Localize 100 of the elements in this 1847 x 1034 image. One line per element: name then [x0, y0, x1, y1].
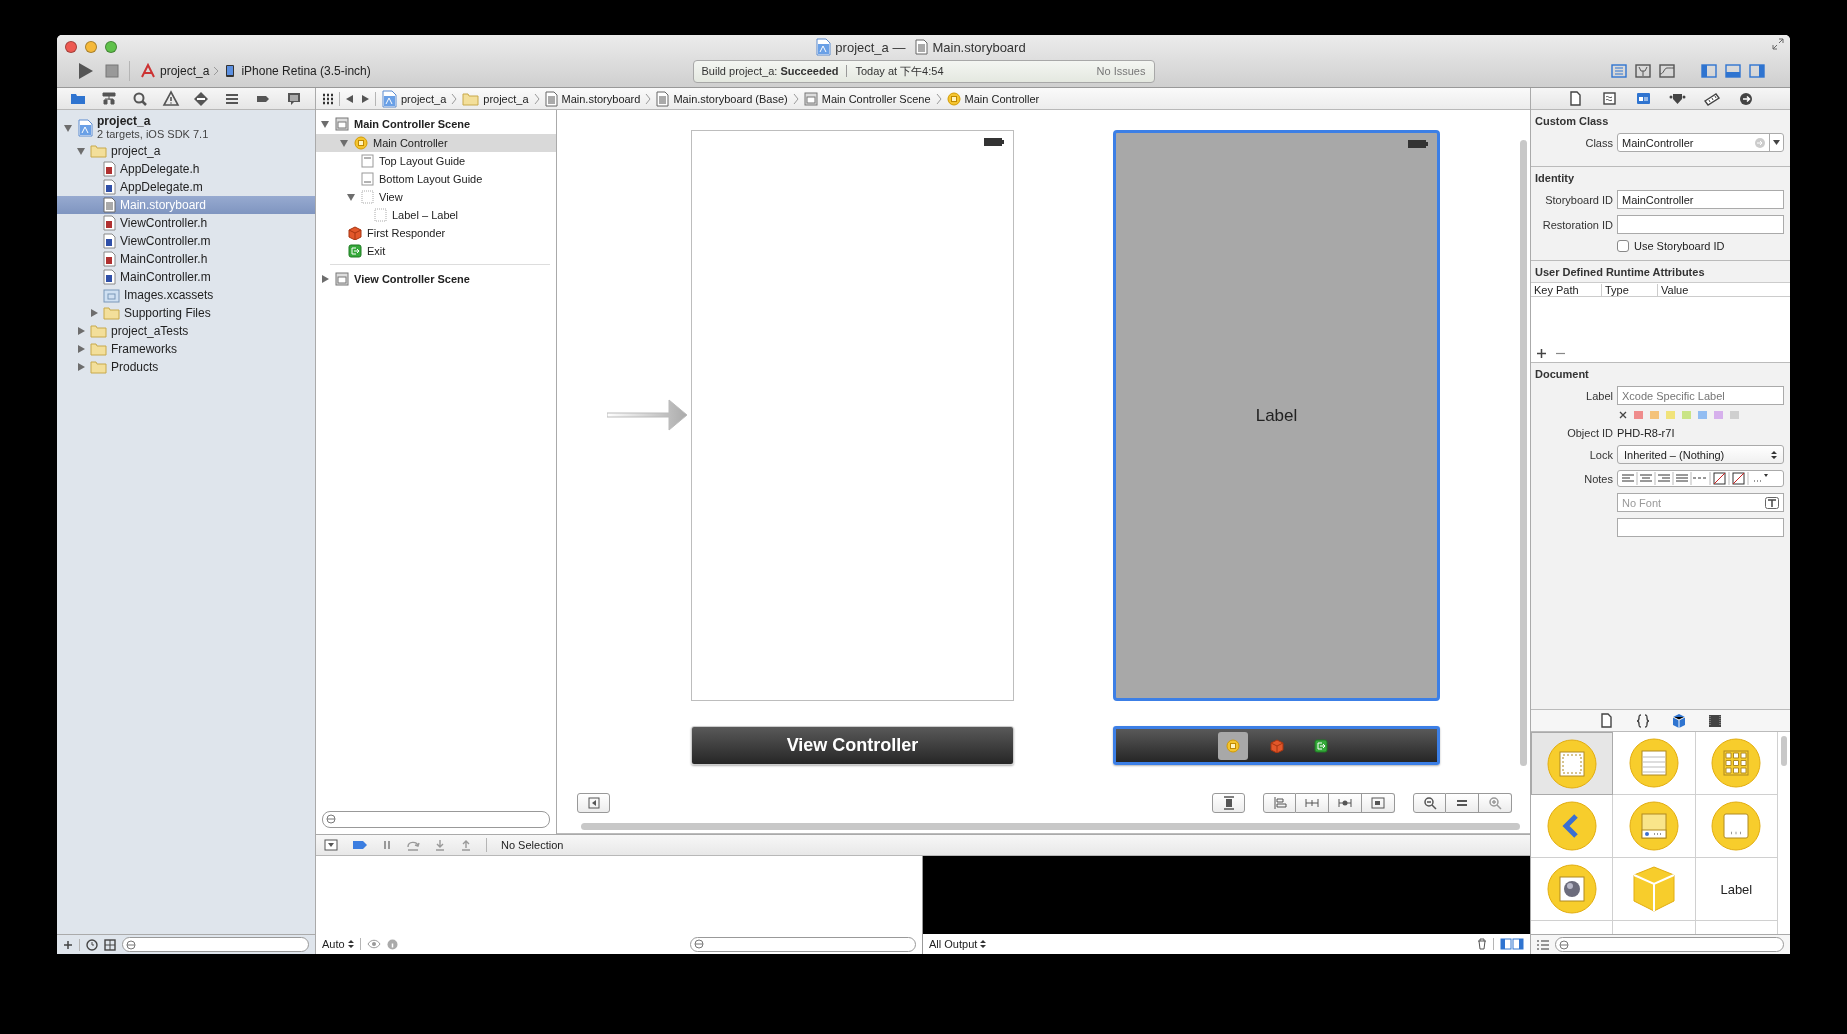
warning-icon[interactable]: [161, 89, 180, 108]
navigator-item[interactable]: project_a 2 targets, iOS SDK 7.1: [57, 113, 315, 142]
disclosure-triangle[interactable]: [76, 146, 86, 156]
output-popup[interactable]: All Output: [929, 938, 987, 950]
add-icon[interactable]: [1537, 349, 1546, 358]
navigator-item[interactable]: ViewController.h: [57, 214, 315, 232]
breadcrumb[interactable]: Main.storyboard (Base): [656, 90, 788, 107]
outline-item[interactable]: Top Layout Guide: [320, 152, 550, 170]
library-item[interactable]: Label: [1695, 858, 1778, 921]
library-item[interactable]: [1531, 732, 1614, 795]
grid-icon[interactable]: [104, 938, 116, 951]
scrollbar-thumb[interactable]: [581, 823, 1520, 830]
assistant-editor-button[interactable]: [1634, 63, 1652, 79]
standard-editor-button[interactable]: [1610, 63, 1628, 79]
breadcrumb[interactable]: Main.storyboard: [544, 90, 641, 107]
split-view-icon[interactable]: [1500, 938, 1524, 950]
step-over-icon[interactable]: [406, 839, 420, 851]
pause-icon[interactable]: [382, 840, 392, 850]
navigator-item[interactable]: AppDelegate.m: [57, 178, 315, 196]
color-swatch[interactable]: [1666, 411, 1675, 419]
list-view-icon[interactable]: [1537, 939, 1549, 950]
checkbox[interactable]: [1617, 240, 1629, 252]
help-icon[interactable]: [1600, 89, 1619, 108]
library-item[interactable]: [1531, 858, 1614, 921]
back-icon[interactable]: [345, 93, 355, 104]
utilities-panel-toggle[interactable]: [1748, 63, 1766, 79]
step-into-icon[interactable]: [434, 839, 446, 851]
font-picker-icon[interactable]: [1765, 496, 1779, 509]
navigator-item[interactable]: project_a: [57, 142, 315, 160]
storyboard-id-field[interactable]: MainController: [1617, 190, 1784, 209]
library-item[interactable]: [1531, 795, 1614, 858]
dock-item[interactable]: [1217, 731, 1248, 760]
search-field[interactable]: [122, 937, 309, 952]
zoom-out-button[interactable]: [1413, 793, 1446, 813]
color-swatch[interactable]: [1682, 411, 1691, 419]
scheme-selector[interactable]: project_a iPhone Retina (3.5-inch): [140, 63, 371, 79]
breadcrumb[interactable]: Main Controller Scene: [803, 91, 931, 106]
disclosure-triangle[interactable]: [76, 326, 86, 336]
scrollbar-thumb[interactable]: [1781, 736, 1787, 766]
clock-icon[interactable]: [86, 938, 98, 951]
breadcrumb[interactable]: project_a: [462, 91, 529, 106]
navigator-item[interactable]: MainController.m: [57, 268, 315, 286]
disclosure-triangle[interactable]: [346, 192, 356, 202]
trash-icon[interactable]: [1477, 938, 1487, 950]
search-field[interactable]: [322, 810, 550, 828]
outline-item[interactable]: Label – Label: [320, 206, 550, 224]
resolve-button[interactable]: [1212, 793, 1245, 813]
debug-panel-toggle[interactable]: [1724, 63, 1742, 79]
actual-size-button[interactable]: [1446, 793, 1479, 813]
navigator-item[interactable]: project_aTests: [57, 322, 315, 340]
fullscreen-icon[interactable]: [1772, 38, 1784, 50]
navigator-item[interactable]: ViewController.m: [57, 232, 315, 250]
color-swatch[interactable]: [1634, 411, 1643, 419]
outline-item[interactable]: Exit: [320, 242, 550, 260]
scrollbar-thumb[interactable]: [1520, 140, 1527, 766]
clear-icon[interactable]: [1619, 411, 1627, 419]
text-field[interactable]: [1617, 518, 1784, 537]
hierarchy-icon[interactable]: [100, 89, 119, 108]
disclosure-triangle[interactable]: [339, 138, 349, 148]
disclosure-triangle[interactable]: [76, 344, 86, 354]
search-field[interactable]: [689, 936, 916, 952]
search-field[interactable]: [1555, 937, 1784, 952]
navigator-item[interactable]: Frameworks: [57, 340, 315, 358]
navigator-item[interactable]: MainController.h: [57, 250, 315, 268]
lock-popup[interactable]: Inherited – (Nothing): [1617, 445, 1784, 464]
breadcrumb[interactable]: Main Controller: [946, 91, 1040, 106]
navigator-item[interactable]: Products: [57, 358, 315, 376]
color-swatch[interactable]: [1698, 411, 1707, 419]
version-editor-button[interactable]: [1658, 63, 1676, 79]
step-out-icon[interactable]: [460, 839, 472, 851]
scene-dock[interactable]: View Controller: [691, 726, 1014, 765]
outline-toggle-button[interactable]: [577, 793, 610, 813]
color-swatch[interactable]: [1730, 411, 1739, 419]
disclosure-triangle[interactable]: [89, 308, 99, 318]
color-swatch[interactable]: [1650, 411, 1659, 419]
disclosure-triangle[interactable]: [320, 274, 330, 284]
run-button[interactable]: [77, 61, 95, 81]
eye-icon[interactable]: [366, 939, 381, 949]
class-combo-box[interactable]: MainController: [1617, 133, 1784, 152]
add-icon[interactable]: [63, 939, 73, 950]
dropdown-arrow-icon[interactable]: [1773, 140, 1780, 145]
label-text[interactable]: Label: [1255, 405, 1298, 426]
breadcrumb[interactable]: project_a: [381, 89, 447, 108]
outline-item[interactable]: View: [320, 188, 550, 206]
view-controller-view[interactable]: Label: [1113, 130, 1440, 701]
scope-popup[interactable]: Auto: [322, 938, 354, 950]
scene-dock[interactable]: [1113, 726, 1440, 765]
disclosure-triangle[interactable]: [63, 122, 73, 133]
breakpoint-icon[interactable]: [352, 840, 368, 850]
text-format-bar[interactable]: [1617, 470, 1784, 487]
column-header[interactable]: Type: [1601, 283, 1657, 296]
disclosure-triangle[interactable]: [320, 119, 330, 129]
column-header[interactable]: Key Path: [1531, 283, 1601, 296]
outline-item[interactable]: First Responder: [320, 224, 550, 242]
forward-icon[interactable]: [360, 93, 370, 104]
navigator-item[interactable]: AppDelegate.h: [57, 160, 315, 178]
outline-item[interactable]: Main Controller Scene: [320, 114, 550, 134]
outline-item[interactable]: Bottom Layout Guide: [320, 170, 550, 188]
resizing-button[interactable]: [1362, 793, 1395, 813]
label-field[interactable]: Xcode Specific Label: [1617, 386, 1784, 405]
